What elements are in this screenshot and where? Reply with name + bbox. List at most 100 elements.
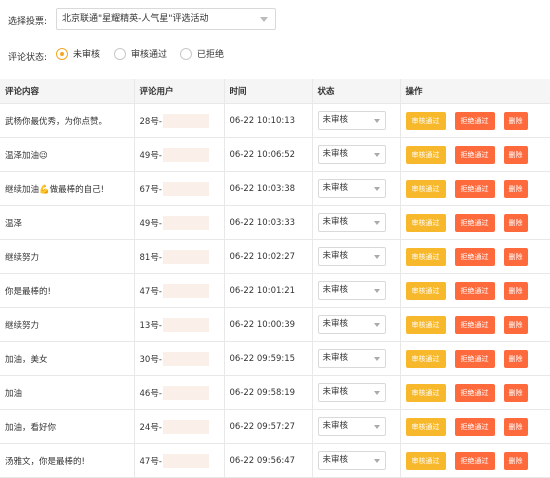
delete-button[interactable]: 删除 (503, 315, 528, 334)
status-select[interactable]: 未审核 (317, 145, 386, 164)
chevron-down-icon (373, 289, 380, 293)
comment-time: 06-22 09:56:47 (224, 443, 313, 478)
delete-button[interactable]: 删除 (503, 417, 528, 436)
status-select[interactable]: 未审核 (317, 213, 386, 232)
status-select[interactable]: 未审核 (317, 111, 386, 130)
user-number: 46号- (139, 388, 162, 399)
actions-cell: 审核通过 拒绝通过 删除 (400, 239, 550, 274)
delete-button[interactable]: 删除 (503, 213, 528, 232)
masked-username (162, 317, 209, 332)
approve-button[interactable]: 审核通过 (405, 417, 446, 436)
chevron-down-icon (373, 187, 380, 191)
actions-cell: 审核通过 拒绝通过 删除 (400, 103, 550, 138)
table-row: 武杨你最优秀，为你点赞。 28号- 06-22 10:10:13 未审核 审核通过 拒绝通… (0, 103, 550, 138)
actions-cell: 审核通过 拒绝通过 删除 (400, 341, 550, 376)
reject-button[interactable]: 拒绝通过 (454, 213, 495, 232)
radio-circle-icon (56, 47, 68, 60)
status-select[interactable]: 未审核 (317, 247, 386, 266)
table-row: 加油，看好你 24号- 06-22 09:57:27 未审核 审核通过 拒绝通过 删除 (0, 409, 550, 444)
table-row: 温泽 49号- 06-22 10:03:33 未审核 审核通过 拒绝通过 删除 (0, 205, 550, 240)
comment-time: 06-22 09:57:27 (224, 409, 313, 444)
table-row: 继续努力 13号- 06-22 10:00:39 未审核 审核通过 拒绝通过 删除 (0, 307, 550, 342)
radio-label: 已拒绝 (197, 50, 225, 60)
status-select-value: 未审核 (322, 421, 349, 431)
table-header-row: 评论内容 评论用户 时间 状态 操作 (0, 79, 550, 104)
approve-button[interactable]: 审核通过 (405, 383, 446, 402)
comment-content: 继续努力 (0, 307, 135, 342)
table-row: 继续加油💪做最棒的自己! 67号- 06-22 10:03:38 未审核 审核通过 拒绝通… (0, 171, 550, 206)
chevron-down-icon (373, 425, 380, 429)
status-radio-1[interactable]: 审核通过 (114, 47, 167, 60)
masked-username (162, 147, 209, 162)
actions-cell: 审核通过 拒绝通过 删除 (400, 307, 550, 342)
comment-content: 温泽 (0, 205, 135, 240)
approve-button[interactable]: 审核通过 (405, 349, 446, 368)
status-cell: 未审核 (312, 273, 401, 308)
comment-content: 汤雅文，你是最棒的! (0, 443, 135, 478)
reject-button[interactable]: 拒绝通过 (454, 247, 495, 266)
reject-button[interactable]: 拒绝通过 (454, 179, 495, 198)
table-row: 加油 46号- 06-22 09:58:19 未审核 审核通过 拒绝通过 删除 (0, 375, 550, 410)
delete-button[interactable]: 删除 (503, 281, 528, 300)
status-select[interactable]: 未审核 (317, 179, 386, 198)
status-cell: 未审核 (312, 375, 401, 410)
approve-button[interactable]: 审核通过 (405, 145, 446, 164)
comment-user: 47号- (134, 443, 225, 478)
header-status: 状态 (312, 79, 401, 104)
vote-select-value: 北京联通"星耀精英-人气星"评选活动 (62, 14, 209, 24)
status-select[interactable]: 未审核 (317, 451, 386, 470)
status-select-value: 未审核 (322, 183, 349, 193)
delete-button[interactable]: 删除 (503, 179, 528, 198)
delete-button[interactable]: 删除 (503, 383, 528, 402)
status-cell: 未审核 (312, 443, 401, 478)
delete-button[interactable]: 删除 (503, 145, 528, 164)
comment-user: 81号- (134, 239, 225, 274)
comment-content: 加油，看好你 (0, 409, 135, 444)
reject-button[interactable]: 拒绝通过 (454, 111, 495, 130)
comment-content: 温泽加油😉 (0, 137, 135, 172)
chevron-down-icon (373, 119, 380, 123)
chevron-down-icon (373, 357, 380, 361)
status-select[interactable]: 未审核 (317, 281, 386, 300)
status-select-value: 未审核 (322, 251, 349, 261)
comment-user: 47号- (134, 273, 225, 308)
approve-button[interactable]: 审核通过 (405, 315, 446, 334)
comment-user: 24号- (134, 409, 225, 444)
approve-button[interactable]: 审核通过 (405, 213, 446, 232)
approve-button[interactable]: 审核通过 (405, 111, 446, 130)
reject-button[interactable]: 拒绝通过 (454, 451, 495, 470)
reject-button[interactable]: 拒绝通过 (454, 281, 495, 300)
actions-cell: 审核通过 拒绝通过 删除 (400, 205, 550, 240)
approve-button[interactable]: 审核通过 (405, 281, 446, 300)
vote-select[interactable]: 北京联通"星耀精英-人气星"评选活动 (56, 8, 276, 30)
comment-time: 06-22 10:01:21 (224, 273, 313, 308)
user-number: 67号- (139, 184, 162, 195)
user-number: 30号- (139, 354, 162, 365)
reject-button[interactable]: 拒绝通过 (454, 145, 495, 164)
reject-button[interactable]: 拒绝通过 (454, 349, 495, 368)
status-select[interactable]: 未审核 (317, 315, 386, 334)
chevron-down-icon (373, 255, 380, 259)
approve-button[interactable]: 审核通过 (405, 451, 446, 470)
masked-username (162, 283, 209, 298)
status-radio-2[interactable]: 已拒绝 (180, 47, 224, 60)
header-time: 时间 (224, 79, 313, 104)
delete-button[interactable]: 删除 (503, 349, 528, 368)
approve-button[interactable]: 审核通过 (405, 247, 446, 266)
radio-label: 审核通过 (131, 50, 168, 60)
status-select[interactable]: 未审核 (317, 383, 386, 402)
reject-button[interactable]: 拒绝通过 (454, 315, 495, 334)
masked-username (162, 453, 209, 468)
reject-button[interactable]: 拒绝通过 (454, 383, 495, 402)
delete-button[interactable]: 删除 (503, 247, 528, 266)
delete-button[interactable]: 删除 (503, 451, 528, 470)
delete-button[interactable]: 删除 (503, 111, 528, 130)
approve-button[interactable]: 审核通过 (405, 179, 446, 198)
status-select-value: 未审核 (322, 285, 349, 295)
user-number: 28号- (139, 116, 162, 127)
chevron-down-icon (373, 323, 380, 327)
status-select[interactable]: 未审核 (317, 349, 386, 368)
reject-button[interactable]: 拒绝通过 (454, 417, 495, 436)
status-radio-0[interactable]: 未审核 (56, 47, 100, 60)
status-select[interactable]: 未审核 (317, 417, 386, 436)
